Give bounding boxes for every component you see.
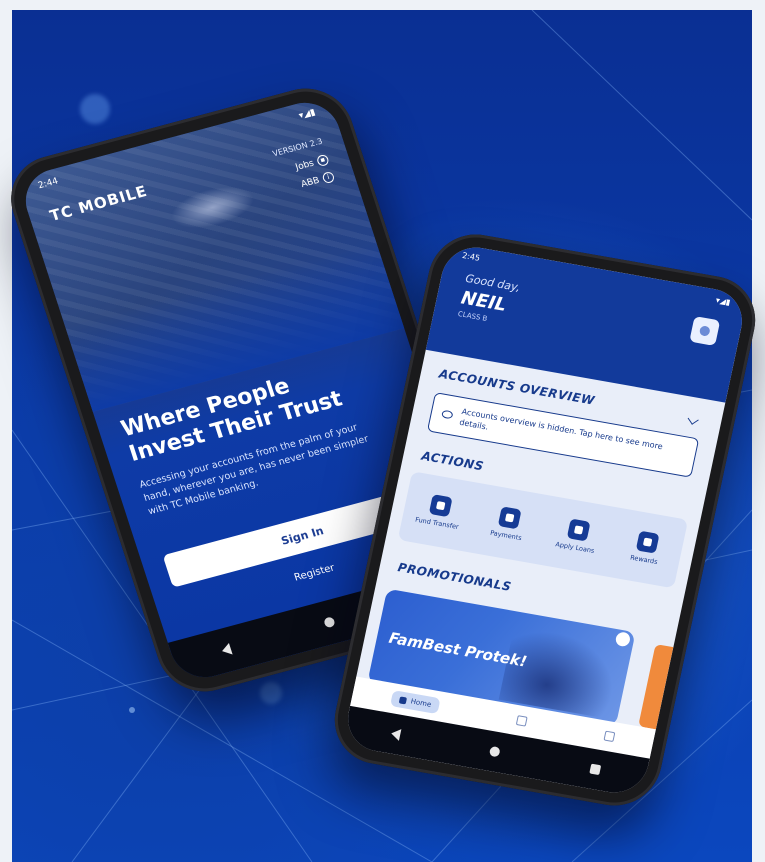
action-fund-transfer[interactable]: Fund Transfer: [411, 491, 469, 531]
signal-icon: ▾◢▮: [714, 295, 732, 307]
tab-home-label: Home: [409, 697, 432, 709]
next-promo-card[interactable]: [638, 644, 674, 730]
action-apply-loans[interactable]: Apply Loans: [548, 516, 606, 556]
promotionals-title: PROMOTIONALS: [396, 560, 513, 594]
avatar[interactable]: [689, 316, 721, 346]
recents-icon[interactable]: [589, 763, 602, 776]
tab-home[interactable]: Home: [390, 690, 441, 715]
tab-menu-icon[interactable]: [603, 730, 615, 743]
action-label: Rewards: [629, 553, 659, 567]
promo-title: FamBest Protek!: [387, 628, 529, 671]
action-label: Apply Loans: [554, 540, 596, 555]
actions-title: ACTIONS: [420, 448, 485, 474]
action-label: Fund Transfer: [414, 515, 460, 532]
transfer-icon: [428, 494, 453, 518]
accounts-hidden-text: Accounts overview is hidden. Tap here to…: [458, 407, 664, 452]
tab-transactions-icon[interactable]: [515, 715, 528, 727]
action-label: Payments: [489, 528, 523, 543]
payments-icon: [497, 506, 522, 530]
bokeh-light: [80, 94, 110, 124]
chevron-down-icon[interactable]: [687, 413, 699, 425]
action-payments[interactable]: Payments: [479, 504, 537, 544]
home-icon: [399, 695, 408, 705]
bokeh-light: [260, 682, 282, 704]
back-icon[interactable]: [220, 643, 233, 657]
home-nav-icon[interactable]: [323, 616, 337, 629]
loan-icon: [566, 518, 591, 542]
back-icon[interactable]: [389, 727, 402, 741]
home-nav-icon[interactable]: [489, 745, 502, 758]
gift-icon: [635, 530, 660, 554]
eye-hidden-icon: [441, 409, 454, 420]
action-rewards[interactable]: Rewards: [617, 528, 675, 568]
